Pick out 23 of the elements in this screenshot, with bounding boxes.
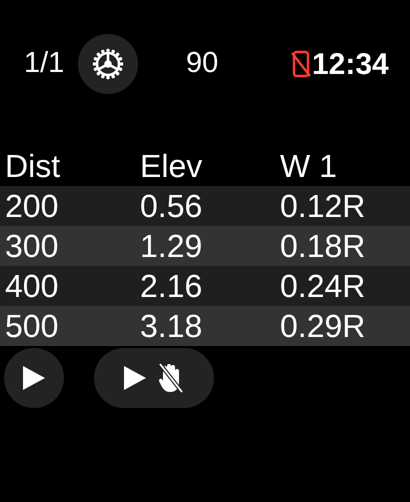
play-icon	[123, 365, 147, 391]
value-reading: 90	[186, 46, 220, 82]
play-icon	[22, 365, 46, 391]
table-cell-text: 400	[4, 267, 60, 306]
table-cell-text: 0.56	[139, 187, 204, 226]
table-cell-text: 3.18	[139, 307, 204, 346]
table-cell-text: 2.16	[139, 267, 204, 306]
table-cell-text: 200	[4, 187, 60, 226]
column-header: Dist	[4, 147, 62, 186]
column-header: W 1	[279, 147, 338, 186]
phone-crossed-icon	[290, 50, 312, 78]
column-header: Elev	[139, 147, 204, 186]
table-cell-text: 300	[4, 227, 60, 266]
table-cell-text: 0.29R	[279, 307, 366, 346]
table-cell-text: 0.24R	[279, 267, 366, 306]
table-cell-text: 500	[4, 307, 60, 346]
settings-icon	[91, 47, 125, 81]
clock-time: 12:34	[312, 46, 389, 82]
page-counter: 1/1	[24, 46, 66, 82]
table-cell-text: 1.29	[139, 227, 204, 266]
table-cell-text: 0.12R	[279, 187, 366, 226]
table-cell-text: 0.18R	[279, 227, 366, 266]
crossed-hand-icon	[157, 362, 185, 394]
